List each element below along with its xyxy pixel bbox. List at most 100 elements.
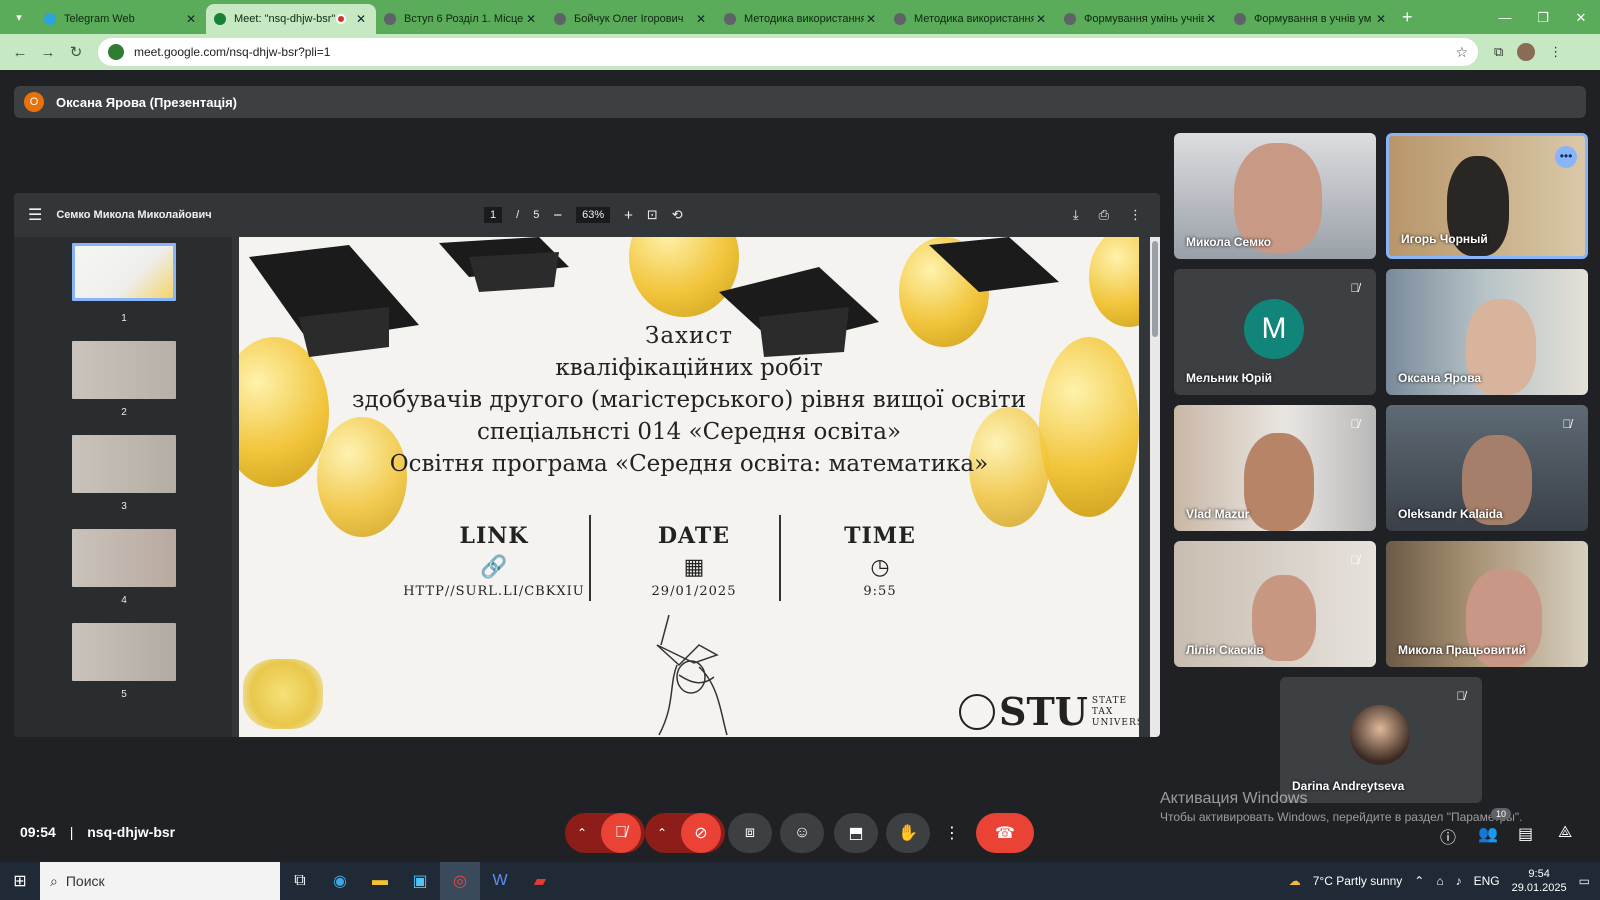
reload-icon[interactable]: ↻ [62, 43, 90, 61]
participant-tile-active[interactable]: ••• Игорь Чорный [1386, 133, 1588, 259]
pdf-scrollbar[interactable] [1150, 237, 1160, 737]
close-icon[interactable]: ✕ [524, 12, 538, 26]
volume-icon[interactable]: ♪ [1456, 874, 1462, 888]
close-icon[interactable]: ✕ [1374, 12, 1388, 26]
zoom-in-icon[interactable]: + [624, 207, 633, 224]
presenter-avatar: О [24, 92, 44, 112]
taskbar-search-input[interactable]: ⌕ Поиск [40, 862, 280, 900]
word-icon[interactable]: W [480, 862, 520, 900]
mic-toggle-button[interactable]: 🎙̸ [601, 813, 641, 853]
participant-tile[interactable]: Микола Працьовитий [1386, 541, 1588, 667]
tab-page[interactable]: Формування умінь учнів ✕ [1056, 4, 1226, 34]
store-icon[interactable]: ▣ [400, 862, 440, 900]
print-icon[interactable]: ⎙ [1099, 207, 1109, 223]
tab-title: Telegram Web [64, 13, 135, 25]
camera-options-chevron-icon[interactable]: ⌃ [657, 826, 667, 840]
minimize-icon[interactable]: — [1486, 10, 1524, 26]
tab-search-chevron-icon[interactable]: ▾ [6, 4, 32, 30]
more-options-icon[interactable]: ••• [1555, 146, 1577, 168]
participant-tile[interactable]: 🎙̸ Vlad Mazur [1174, 405, 1376, 531]
tab-title: Методика використання [914, 13, 1034, 25]
tab-title: Вступ 6 Розділ 1. Місце і [404, 13, 524, 25]
zoom-input[interactable]: 63% [576, 207, 611, 223]
scrollbar-thumb[interactable] [1152, 241, 1158, 337]
url-input[interactable]: meet.google.com/nsq-dhjw-bsr?pli=1 ☆ [98, 38, 1478, 66]
download-icon[interactable]: ⤓ [1073, 207, 1079, 223]
participant-video [1244, 433, 1314, 531]
close-icon[interactable]: ✕ [694, 12, 708, 26]
tab-page[interactable]: Методика використання ✕ [716, 4, 886, 34]
taskbar-clock[interactable]: 9:54 29.01.2025 [1512, 867, 1567, 895]
network-icon[interactable]: ⌂ [1436, 874, 1443, 888]
tab-page[interactable]: Вступ 6 Розділ 1. Місце і ✕ [376, 4, 546, 34]
thumbnail-page[interactable] [72, 529, 176, 587]
more-options-button[interactable]: ⋮ [938, 813, 966, 853]
participant-tile[interactable]: Оксана Ярова [1386, 269, 1588, 395]
chrome-icon[interactable]: ◎ [440, 862, 480, 900]
mic-options-chevron-icon[interactable]: ⌃ [577, 826, 587, 840]
notifications-icon[interactable]: ▭ [1579, 874, 1590, 888]
participant-tile[interactable]: Микола Семко [1174, 133, 1376, 259]
participant-tile[interactable]: 🎙̸ Лілія Скасків [1174, 541, 1376, 667]
close-icon[interactable]: ✕ [184, 12, 198, 26]
tab-page[interactable]: Методика використання ✕ [886, 4, 1056, 34]
thumbnail-page[interactable] [72, 341, 176, 399]
participant-tile[interactable]: 🎙̸ Oleksandr Kalaida [1386, 405, 1588, 531]
clock-time: 9:54 [1528, 868, 1550, 880]
more-icon[interactable]: ⋮ [1129, 207, 1142, 223]
chat-icon[interactable]: ▤ [1518, 824, 1533, 844]
close-icon[interactable]: ✕ [864, 12, 878, 26]
forward-icon[interactable]: → [34, 44, 62, 61]
meeting-details-icon[interactable]: ⓘ [1440, 824, 1456, 848]
leave-call-button[interactable]: ☎ [976, 813, 1034, 853]
extensions-icon[interactable]: ⧉ [1494, 44, 1503, 60]
zoom-out-icon[interactable]: − [553, 207, 562, 224]
close-icon[interactable]: ✕ [1034, 12, 1048, 26]
participant-tile[interactable]: 🎙̸ Darina Andreytseva [1280, 677, 1482, 803]
tray-chevron-icon[interactable]: ⌃ [1414, 874, 1424, 888]
thumbnail-number: 3 [121, 501, 127, 512]
people-count-badge: 10 [1491, 808, 1512, 820]
back-icon[interactable]: ← [6, 44, 34, 61]
language-indicator[interactable]: ENG [1474, 874, 1500, 888]
tab-telegram[interactable]: Telegram Web ✕ [36, 4, 206, 34]
windows-start-icon[interactable]: ⊞ [0, 871, 40, 891]
bookmark-star-icon[interactable]: ☆ [1455, 44, 1468, 61]
file-explorer-icon[interactable]: ▬ [360, 862, 400, 900]
close-window-icon[interactable]: ✕ [1562, 10, 1600, 26]
camera-toggle-button[interactable]: ⊘ [681, 813, 721, 853]
rotate-icon[interactable]: ⟲ [672, 207, 683, 223]
present-screen-button[interactable]: ⬒ [834, 813, 878, 853]
tab-meet[interactable]: Meet: "nsq-dhjw-bsr" ✕ [206, 4, 376, 34]
raise-hand-button[interactable]: ✋ [886, 813, 930, 853]
close-icon[interactable]: ✕ [1204, 12, 1218, 26]
activities-icon[interactable]: ⟁ [1558, 824, 1572, 842]
weather-text[interactable]: 7°C Partly sunny [1313, 874, 1403, 888]
thumbnail-page[interactable] [72, 623, 176, 681]
menu-icon[interactable]: ☰ [28, 205, 42, 225]
browser-menu-icon[interactable]: ⋮ [1549, 44, 1562, 60]
close-icon[interactable]: ✕ [354, 12, 368, 26]
edge-icon[interactable]: ◉ [320, 862, 360, 900]
emoji-reaction-button[interactable]: ☺ [780, 813, 824, 853]
captions-button[interactable]: ⧈ [728, 813, 772, 853]
new-tab-button[interactable]: + [1402, 7, 1413, 28]
participant-avatar [1350, 705, 1410, 765]
meeting-info: 09:54 | nsq-dhjw-bsr [20, 824, 175, 840]
task-view-icon[interactable]: ⧉ [280, 862, 320, 900]
profile-avatar[interactable] [1517, 43, 1536, 61]
pdf-app-icon[interactable]: ▰ [520, 862, 560, 900]
browser-tab-bar: ▾ Telegram Web ✕ Meet: "nsq-dhjw-bsr" ✕ … [0, 0, 1600, 34]
thumbnail-page[interactable] [72, 243, 176, 301]
clock-date: 29.01.2025 [1511, 882, 1567, 894]
tab-page[interactable]: Формування в учнів ум ✕ [1226, 4, 1396, 34]
page-number-input[interactable]: 1 [484, 207, 503, 223]
tab-page[interactable]: Бойчук Олег Ігорович ✕ [546, 4, 716, 34]
participant-tile[interactable]: M 🎙̸ Мельник Юрій [1174, 269, 1376, 395]
site-info-icon[interactable] [108, 44, 124, 60]
globe-icon [384, 13, 396, 25]
thumbnail-page[interactable] [72, 435, 176, 493]
people-icon[interactable]: 👥 [1478, 824, 1498, 844]
fit-page-icon[interactable]: ⊡ [647, 207, 658, 223]
restore-icon[interactable]: ❐ [1524, 10, 1562, 26]
